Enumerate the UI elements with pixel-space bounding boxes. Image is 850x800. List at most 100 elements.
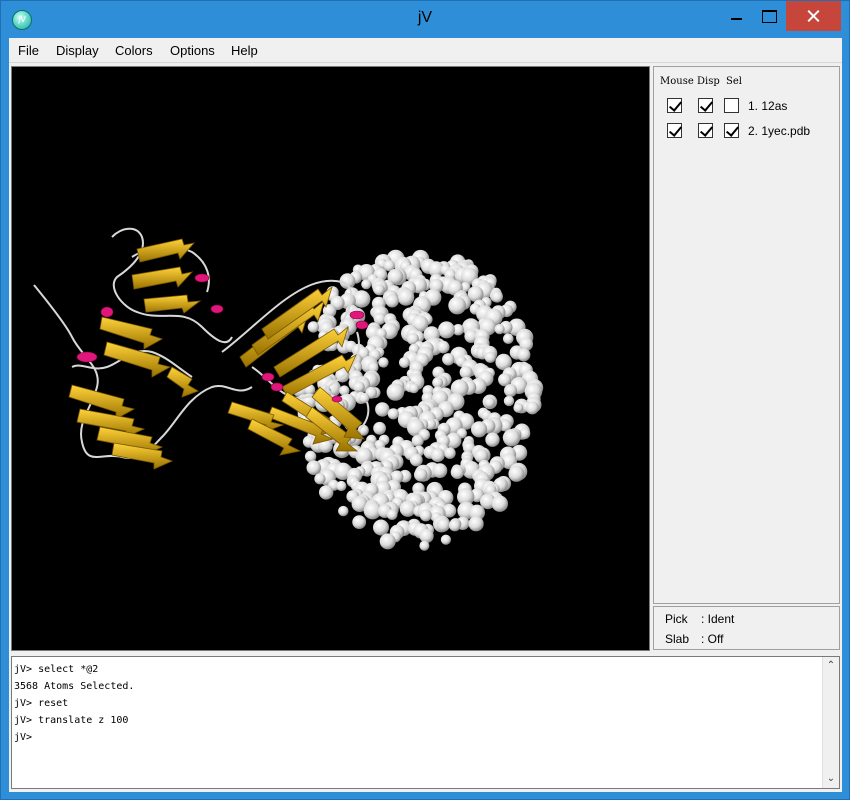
console-output[interactable]: jV> select *@2 3568 Atoms Selected. jV> … [14,661,814,746]
app-window: jV jV File Display Colors Options Help M… [0,0,850,800]
command-console[interactable]: jV> select *@2 3568 Atoms Selected. jV> … [11,656,840,789]
atom-sphere [440,534,451,545]
menu-display[interactable]: Display [56,43,99,58]
atom-sphere [399,357,410,368]
atom-sphere [484,351,496,363]
atom-sphere [375,402,390,417]
column-header-disp: Disp [697,76,720,87]
atom-sphere [471,421,488,438]
console-line: jV> reset [14,698,69,709]
status-pick: Pick : Ident [665,612,734,626]
minimize-icon[interactable] [721,1,751,31]
atom-sphere [491,291,503,303]
atom-sphere [419,509,432,522]
status-slab-key: Slab [665,632,690,646]
status-pick-value: : Ident [701,612,735,626]
atom-sphere [491,495,508,512]
model-2-disp-checkbox[interactable] [698,123,713,138]
status-slab: Slab : Off [665,632,723,646]
model-1-disp-checkbox[interactable] [698,98,713,113]
console-line: jV> translate z 100 [14,715,129,726]
atom-sphere [484,397,495,408]
atom-sphere [373,284,385,296]
atom-sphere [314,473,326,485]
atom-sphere [397,288,415,306]
atom-sphere [436,340,450,354]
model-2-label[interactable]: 2. 1yec.pdb [748,124,810,138]
model-1-mouse-checkbox[interactable] [667,98,682,113]
model-list-panel: Mouse Disp Sel 1. 12as 2. 1yec.pdb [653,66,840,604]
menu-file[interactable]: File [18,43,39,58]
atom-sphere [373,421,386,435]
scroll-up-icon[interactable]: ⌃ [826,661,836,671]
atom-sphere [459,365,473,379]
model-1-sel-checkbox[interactable] [724,98,739,113]
atom-sphere [444,447,456,459]
console-line: 3568 Atoms Selected. [14,681,135,692]
atom-sphere [503,395,515,407]
model-2-sel-checkbox[interactable] [724,123,739,138]
menu-options[interactable]: Options [170,43,215,58]
molecule-viewer-canvas[interactable] [11,66,650,651]
column-header-sel: Sel [726,76,742,87]
atom-sphere [448,296,467,315]
atom-sphere [361,279,372,290]
atom-sphere [485,432,500,447]
atom-sphere [432,463,448,478]
console-line: jV> select *@2 [14,664,99,675]
atom-sphere [409,453,423,467]
atom-sphere [414,468,428,482]
maximize-icon[interactable] [753,1,783,31]
menu-help[interactable]: Help [231,43,258,58]
atom-sphere [385,294,399,308]
atom-sphere [408,383,419,394]
atom-sphere [387,408,399,420]
atom-sphere [353,381,365,393]
atom-sphere [399,500,416,517]
atom-sphere [438,321,455,339]
atom-sphere [352,515,367,529]
atom-sphere [419,528,434,544]
atom-sphere [338,505,349,517]
atom-sphere [442,353,455,366]
atom-sphere [508,465,525,482]
atom-sphere [517,348,531,362]
console-scrollbar[interactable]: ⌃ ⌄ [822,657,839,788]
title-bar[interactable]: jV jV [1,1,849,37]
status-panel: Pick : Ident Slab : Off [653,606,840,650]
atom-sphere [336,480,347,492]
scroll-down-icon[interactable]: ⌄ [826,774,836,784]
client-area: File Display Colors Options Help Mouse D… [9,38,842,792]
close-icon[interactable] [786,1,841,31]
atom-sphere [513,402,524,413]
atom-sphere [319,485,334,500]
atom-sphere [448,519,461,532]
console-prompt[interactable]: jV> [14,729,814,746]
atom-sphere [379,533,396,550]
atom-sphere [353,290,371,308]
atom-sphere [386,509,398,520]
atom-sphere [306,460,322,476]
atom-sphere [419,540,430,551]
atom-sphere [525,401,539,415]
molecule-rendering [33,227,544,551]
status-slab-value: : Off [701,632,724,646]
status-pick-key: Pick [665,612,688,626]
atom-sphere [503,333,514,345]
menu-bar: File Display Colors Options Help [9,38,842,63]
model-2-mouse-checkbox[interactable] [667,123,682,138]
atom-sphere [468,516,484,532]
atom-sphere [504,384,517,397]
atom-sphere [378,357,389,368]
beta-strands [68,238,365,470]
menu-colors[interactable]: Colors [115,43,153,58]
column-header-mouse: Mouse [660,76,694,87]
atom-sphere [502,429,521,447]
atom-sphere [450,465,465,479]
atom-sphere [430,448,445,463]
atom-sphere [386,383,405,401]
atom-sphere [373,519,389,536]
atom-sphere [436,518,451,532]
model-1-label[interactable]: 1. 12as [748,99,787,113]
atom-sphere [494,324,505,335]
